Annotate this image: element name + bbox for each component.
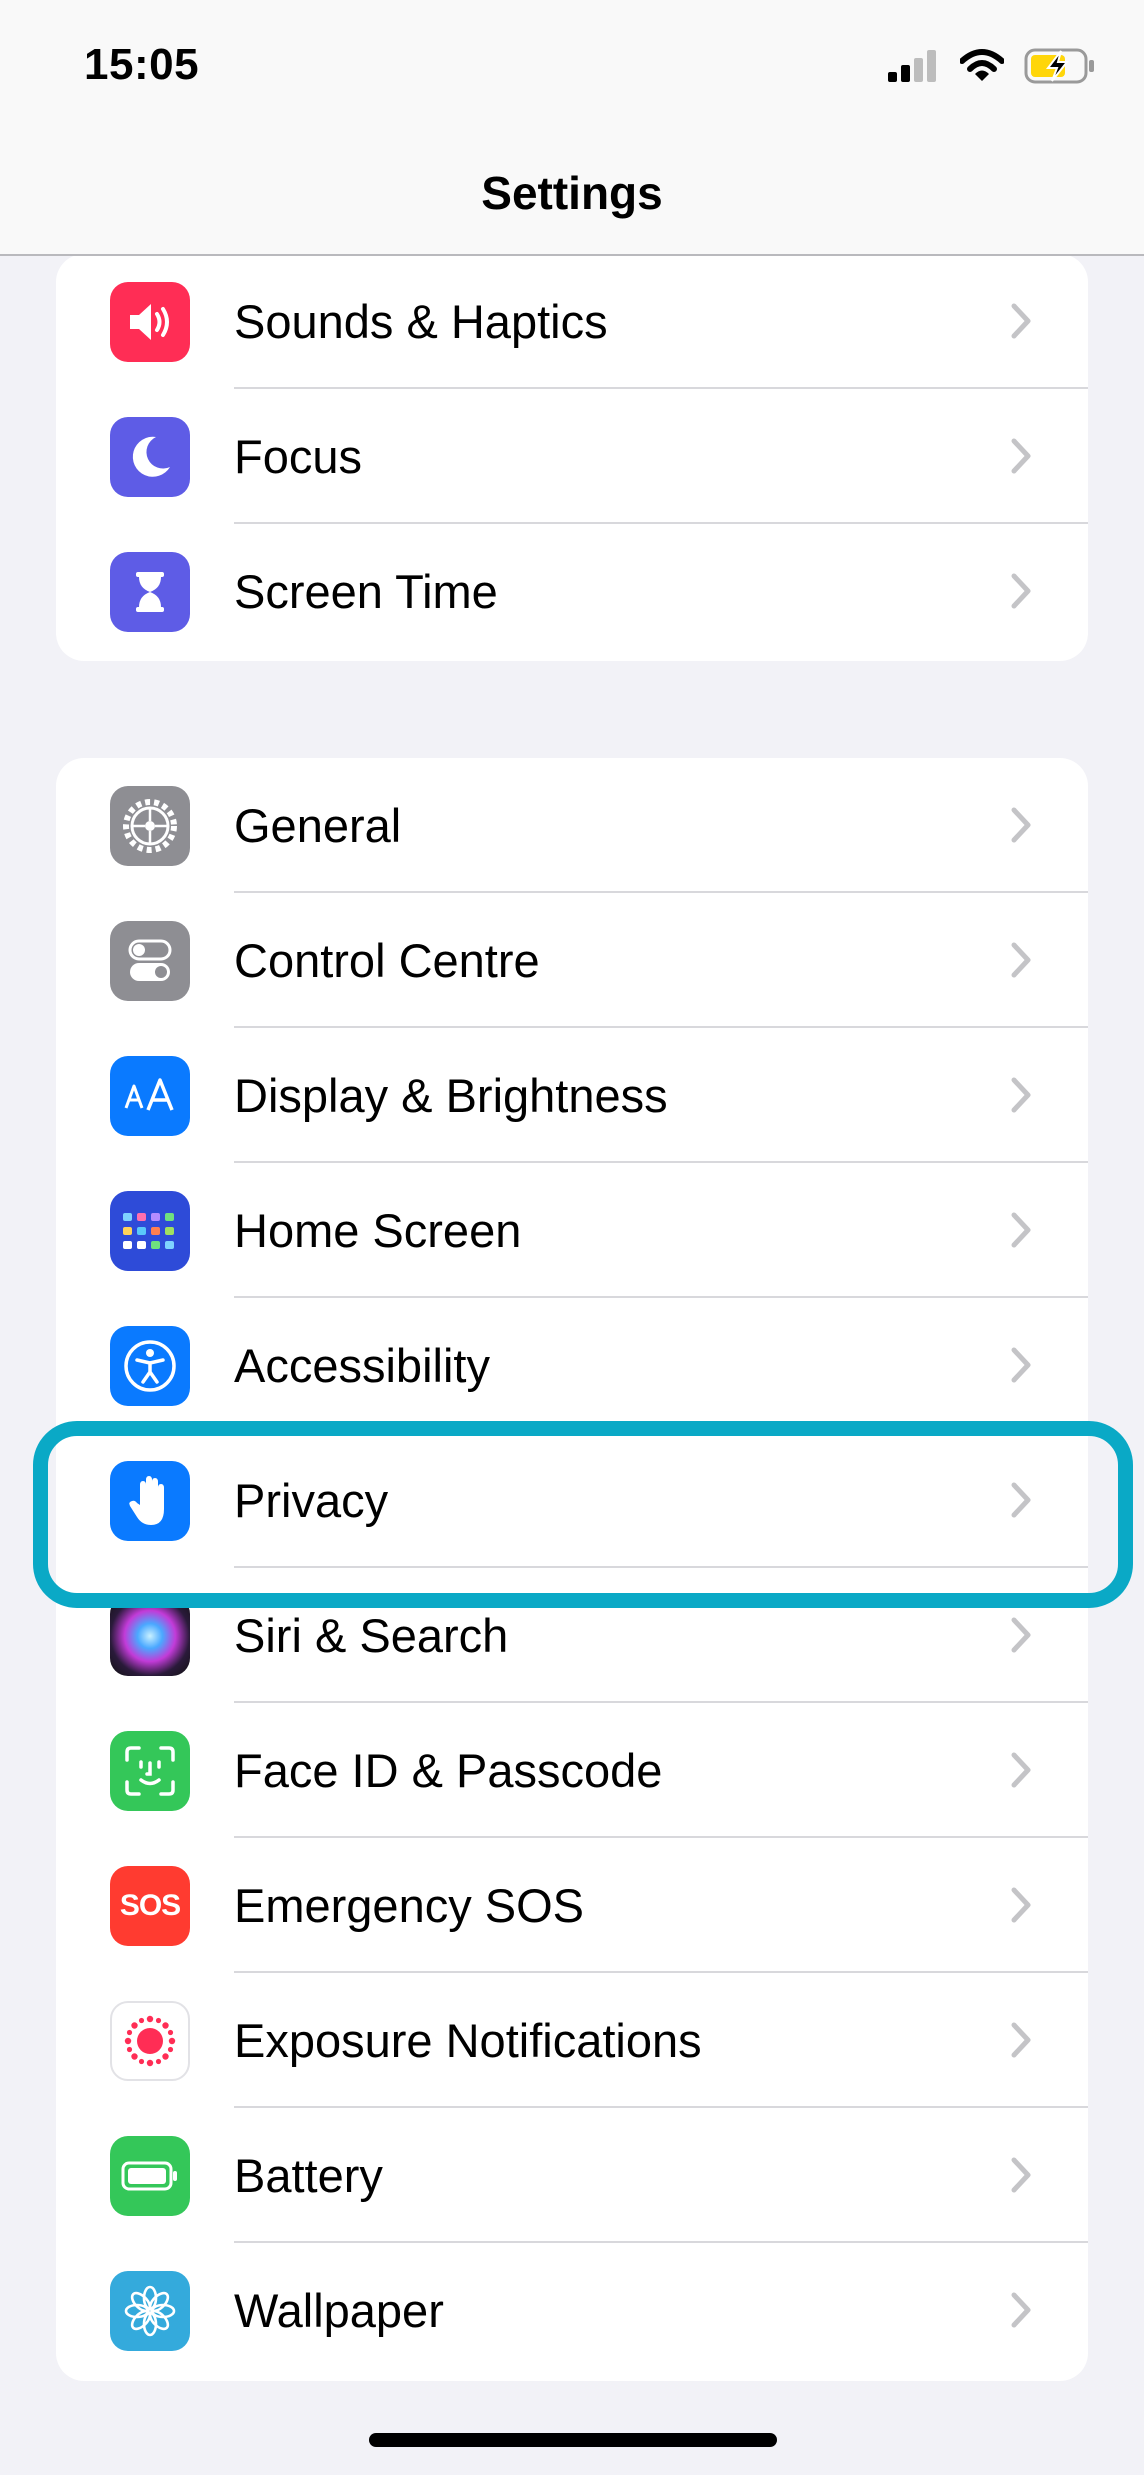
wifi-icon — [960, 49, 1004, 81]
row-label: Accessibility — [234, 1339, 490, 1392]
speaker-icon — [110, 282, 190, 362]
chevron-right-icon — [1011, 807, 1031, 843]
row-label: Control Centre — [234, 934, 540, 987]
chevron-right-icon — [1011, 438, 1031, 474]
chevron-right-icon — [1011, 1482, 1031, 1518]
status-bar: 15:05 — [0, 0, 1144, 140]
exposure-icon — [110, 2001, 190, 2081]
siri-icon — [110, 1596, 190, 1676]
row-label: Sounds & Haptics — [234, 295, 608, 348]
chevron-right-icon — [1011, 1212, 1031, 1248]
chevron-right-icon — [1011, 1752, 1031, 1788]
settings-row-emergency-sos[interactable]: SOS Emergency SOS — [56, 1838, 1088, 1973]
settings-group-1: Sounds & Haptics Focus Screen Time — [56, 254, 1088, 661]
chevron-right-icon — [1011, 1617, 1031, 1653]
status-icons — [888, 46, 1096, 86]
page-title: Settings — [481, 167, 663, 219]
settings-row-face-id-passcode[interactable]: Face ID & Passcode — [56, 1703, 1088, 1838]
row-label: Face ID & Passcode — [234, 1744, 663, 1797]
settings-row-sounds-haptics[interactable]: Sounds & Haptics — [56, 254, 1088, 389]
text-size-icon — [110, 1056, 190, 1136]
chevron-right-icon — [1011, 2022, 1031, 2058]
row-label: Display & Brightness — [234, 1069, 668, 1122]
settings-row-siri-search[interactable]: Siri & Search — [56, 1568, 1088, 1703]
hand-icon — [110, 1461, 190, 1541]
battery-charging-icon — [1024, 48, 1094, 84]
row-label: Home Screen — [234, 1204, 522, 1257]
battery-icon — [110, 2136, 190, 2216]
cellular-signal-icon — [888, 50, 936, 82]
settings-row-accessibility[interactable]: Accessibility — [56, 1298, 1088, 1433]
row-label: General — [234, 799, 402, 852]
row-label: Wallpaper — [234, 2284, 444, 2337]
settings-group-2: General Control Centre Display & Brightn… — [56, 758, 1088, 2381]
settings-row-home-screen[interactable]: Home Screen — [56, 1163, 1088, 1298]
settings-row-wallpaper[interactable]: Wallpaper — [56, 2243, 1088, 2378]
settings-row-privacy[interactable]: Privacy — [56, 1433, 1088, 1568]
chevron-right-icon — [1011, 2292, 1031, 2328]
settings-row-focus[interactable]: Focus — [56, 389, 1088, 524]
settings-row-exposure-notifications[interactable]: Exposure Notifications — [56, 1973, 1088, 2108]
row-label: Screen Time — [234, 565, 498, 618]
flower-icon — [110, 2271, 190, 2351]
hourglass-icon — [110, 552, 190, 632]
row-label: Siri & Search — [234, 1609, 509, 1662]
accessibility-icon — [110, 1326, 190, 1406]
settings-row-general[interactable]: General — [56, 758, 1088, 893]
navigation-bar: 15:05 Settings — [0, 0, 1144, 256]
app-grid-icon — [110, 1191, 190, 1271]
row-label: Exposure Notifications — [234, 2014, 702, 2067]
toggles-icon — [110, 921, 190, 1001]
row-label: Focus — [234, 430, 362, 483]
settings-row-battery[interactable]: Battery — [56, 2108, 1088, 2243]
home-indicator[interactable] — [369, 2433, 777, 2447]
status-time: 15:05 — [84, 40, 200, 89]
sos-icon: SOS — [110, 1866, 190, 1946]
row-label: Battery — [234, 2149, 383, 2202]
moon-icon — [110, 417, 190, 497]
chevron-right-icon — [1011, 1347, 1031, 1383]
chevron-right-icon — [1011, 1887, 1031, 1923]
settings-row-screen-time[interactable]: Screen Time — [56, 524, 1088, 659]
settings-row-display-brightness[interactable]: Display & Brightness — [56, 1028, 1088, 1163]
sos-icon-text: SOS — [119, 1889, 181, 1922]
chevron-right-icon — [1011, 303, 1031, 339]
chevron-right-icon — [1011, 1077, 1031, 1113]
row-label: Emergency SOS — [234, 1879, 585, 1932]
chevron-right-icon — [1011, 2157, 1031, 2193]
chevron-right-icon — [1011, 942, 1031, 978]
chevron-right-icon — [1011, 573, 1031, 609]
face-id-icon — [110, 1731, 190, 1811]
settings-row-control-centre[interactable]: Control Centre — [56, 893, 1088, 1028]
row-label: Privacy — [234, 1474, 389, 1527]
gear-icon — [110, 786, 190, 866]
